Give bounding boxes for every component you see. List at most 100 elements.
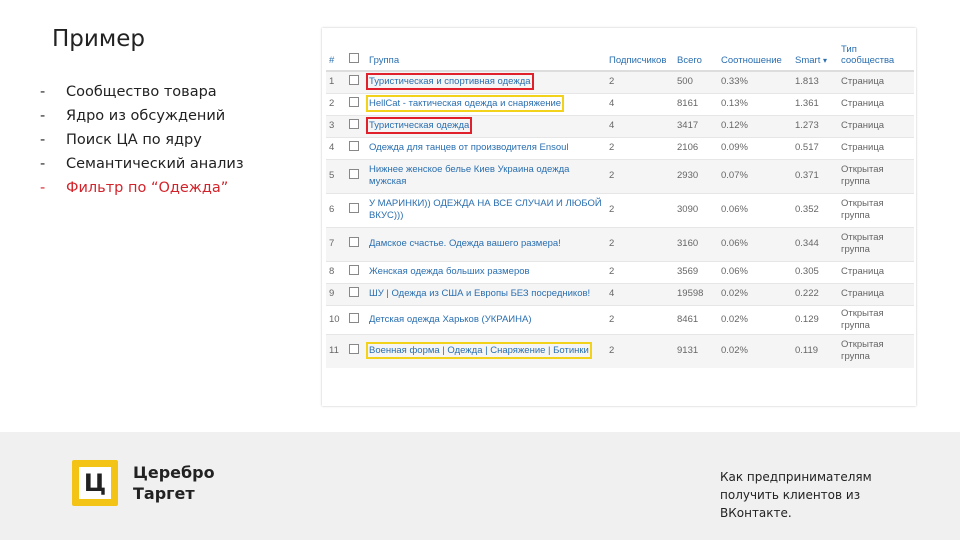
row-subscribers: 4 [606,282,674,305]
logo-line-2: Таргет [133,484,195,503]
bullet-text: Поиск ЦА по ядру [66,132,202,148]
row-type: Открытая группа [838,304,914,334]
row-subscribers: 2 [606,226,674,261]
row-subscribers: 4 [606,114,674,137]
row-checkbox[interactable] [349,344,359,355]
row-checkbox-cell[interactable] [346,226,366,261]
row-ratio: 0.07% [718,158,792,193]
row-num: 6 [326,192,346,227]
row-type: Открытая группа [838,192,914,227]
group-link[interactable]: Одежда для танцев от производителя Ensou… [369,142,569,153]
row-checkbox-cell[interactable] [346,136,366,159]
logo-wordmark: Церебро Таргет [133,462,215,504]
row-checkbox[interactable] [349,265,359,275]
table-row: 10 Детская одежда Харьков (УКРАИНА) 2 8461 0… [326,304,914,334]
bullet-item-highlighted: - Фильтр по “Одежда” [40,176,244,200]
col-header-num[interactable]: # [326,34,346,72]
row-ratio: 0.06% [718,192,792,227]
row-type: Страница [838,260,914,283]
bullet-dash: - [40,156,46,172]
select-all-checkbox[interactable] [349,53,359,63]
col-header-subscribers[interactable]: Подписчиков [606,34,674,72]
group-link[interactable]: Дамское счастье. Одежда вашего размера! [369,238,561,249]
groups-table: # Группа Подписчиков Всего Соотношение S… [326,34,914,368]
row-type: Открытая группа [838,158,914,193]
row-subscribers: 2 [606,158,674,193]
row-checkbox[interactable] [349,75,359,86]
row-smart: 0.517 [792,136,838,159]
row-checkbox[interactable] [349,237,359,247]
row-total: 8461 [674,304,718,334]
row-type: Страница [838,92,914,115]
row-checkbox-cell[interactable] [346,282,366,305]
row-checkbox-cell[interactable] [346,158,366,193]
row-subscribers: 2 [606,70,674,93]
group-link[interactable]: Детская одежда Харьков (УКРАИНА) [369,314,532,325]
row-checkbox[interactable] [349,97,359,107]
row-group-cell: Туристическая и спортивная одежда [366,70,606,93]
table-row: 6 У МАРИНКИ)) ОДЕЖДА НА ВСЕ СЛУЧАИ И ЛЮБО… [326,192,914,227]
row-total: 9131 [674,333,718,368]
col-header-total[interactable]: Всего [674,34,718,72]
col-header-group[interactable]: Группа [366,34,606,72]
col-header-ratio[interactable]: Соотношение [718,34,792,72]
bullet-item: - Семантический анализ [40,152,244,176]
row-subscribers: 2 [606,192,674,227]
row-type: Страница [838,70,914,93]
group-link[interactable]: ШУ | Одежда из США и Европы БЕЗ посредни… [369,288,590,299]
row-group-cell: Одежда для танцев от производителя Ensou… [366,136,606,159]
row-total: 3569 [674,260,718,283]
bullet-text: Фильтр по “Одежда” [66,180,229,196]
row-type: Открытая группа [838,226,914,261]
row-checkbox[interactable] [349,312,359,323]
row-checkbox-cell[interactable] [346,333,366,368]
col-header-checkbox[interactable] [346,34,366,72]
col-header-type[interactable]: Тип сообщества [838,34,914,72]
table-header-row: # Группа Подписчиков Всего Соотношение S… [326,34,914,72]
bullet-dash: - [40,108,46,124]
table-screenshot: # Группа Подписчиков Всего Соотношение S… [322,28,916,406]
row-total: 8161 [674,92,718,115]
table-row: 9 ШУ | Одежда из США и Европы БЕЗ посредн… [326,282,914,305]
row-subscribers: 2 [606,136,674,159]
row-total: 19598 [674,282,718,305]
group-link[interactable]: Нижнее женское белье Киев Украина одежда… [369,164,569,187]
row-checkbox-cell[interactable] [346,70,366,93]
row-ratio: 0.13% [718,92,792,115]
table-row: 1 Туристическая и спортивная одежда 2 500 0.… [326,70,914,93]
row-checkbox[interactable] [349,287,359,297]
bullet-dash: - [40,84,46,100]
row-type: Страница [838,136,914,159]
row-checkbox[interactable] [349,141,359,151]
row-total: 3417 [674,114,718,137]
row-checkbox-cell[interactable] [346,92,366,115]
row-ratio: 0.02% [718,282,792,305]
row-checkbox[interactable] [349,119,359,129]
row-smart: 0.129 [792,304,838,334]
row-checkbox[interactable] [349,203,359,213]
row-checkbox-cell[interactable] [346,192,366,227]
row-checkbox-cell[interactable] [346,260,366,283]
row-ratio: 0.33% [718,70,792,93]
row-checkbox-cell[interactable] [346,114,366,137]
group-link[interactable]: У МАРИНКИ)) ОДЕЖДА НА ВСЕ СЛУЧАИ И ЛЮБОЙ… [369,198,602,221]
group-link[interactable]: Женская одежда больших размеров [369,266,530,277]
row-checkbox-cell[interactable] [346,304,366,334]
row-checkbox[interactable] [349,169,359,179]
logo-glyph: Ц [83,469,107,497]
row-num: 2 [326,92,346,115]
row-total: 2106 [674,136,718,159]
row-smart: 0.119 [792,333,838,368]
row-smart: 0.222 [792,282,838,305]
col-header-smart[interactable]: Smart ▾ [792,34,838,72]
row-num: 10 [326,304,346,334]
group-link[interactable]: Туристическая одежда [365,117,473,134]
row-group-cell: Женская одежда больших размеров [366,260,606,283]
group-link[interactable]: HellCat - тактическая одежда и снаряжени… [365,95,565,112]
table-row: 4 Одежда для танцев от производителя Enso… [326,136,914,159]
group-link[interactable]: Военная форма | Одежда | Снаряжение | Бо… [366,342,592,360]
group-link[interactable]: Туристическая и спортивная одежда [366,73,534,91]
row-num: 8 [326,260,346,283]
row-ratio: 0.02% [718,304,792,334]
row-num: 9 [326,282,346,305]
